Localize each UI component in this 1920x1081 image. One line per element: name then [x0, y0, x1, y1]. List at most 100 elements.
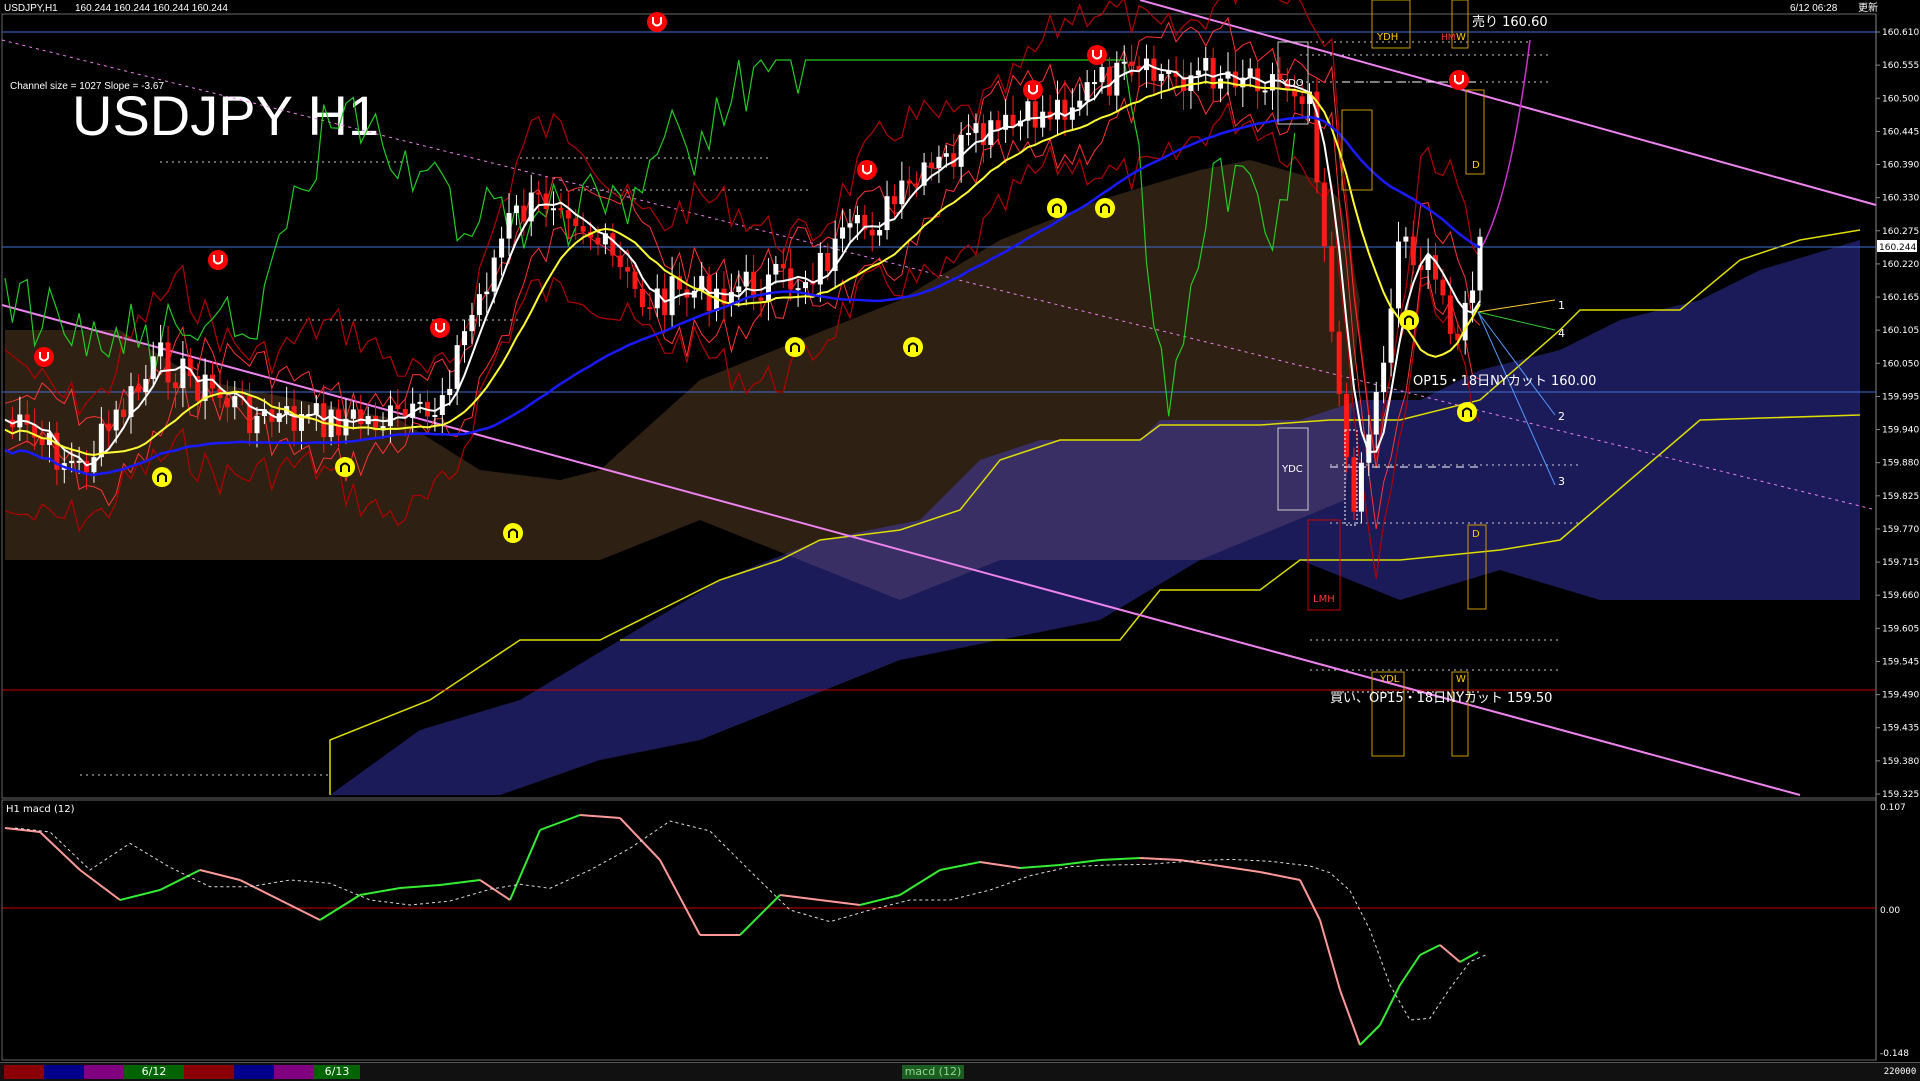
price-tick-label: 159.435: [1882, 724, 1919, 734]
candle-body: [224, 397, 230, 408]
period-segment: [274, 1065, 314, 1079]
candle-body: [462, 331, 468, 346]
candle-body: [580, 226, 586, 232]
candle-body: [1121, 61, 1127, 64]
datetime-label: 6/12 06:28: [1790, 3, 1838, 14]
price-tick-label: 159.660: [1882, 591, 1919, 601]
signal-down-icon: [1087, 45, 1107, 65]
candle-body: [350, 409, 356, 419]
price-tick-label: 159.490: [1882, 691, 1919, 701]
candle-body: [1129, 61, 1135, 66]
price-tick-label: 159.995: [1882, 392, 1919, 402]
candle-body: [1292, 90, 1298, 97]
current-price-value: 160.244: [1879, 243, 1916, 253]
macd-axis-bottom: -0.148: [1880, 1049, 1909, 1059]
candle-body: [1395, 241, 1401, 309]
candle-body: [1477, 236, 1483, 291]
buy-label: 買い、OP15・18日NYカット 159.50: [1330, 691, 1552, 706]
macd-title: H1 macd (12): [6, 804, 75, 815]
symbol-title: USDJPY,H1: [4, 3, 58, 14]
candle-body: [1358, 462, 1364, 512]
price-tick-label: 159.880: [1882, 459, 1919, 469]
candle-body: [76, 460, 82, 463]
candle-body: [536, 192, 542, 195]
candle-body: [773, 263, 779, 275]
candle-body: [513, 205, 519, 214]
candle-body: [172, 382, 178, 389]
candle-body: [1158, 73, 1164, 81]
candle-body: [825, 252, 831, 272]
candle-body: [1010, 114, 1016, 127]
price-tick-label: 159.545: [1882, 657, 1919, 667]
ydl-label: YDL: [1379, 674, 1400, 685]
candle-body: [795, 288, 801, 291]
candle-body: [98, 423, 104, 458]
candle-body: [573, 218, 579, 227]
signal-up-icon: [1457, 402, 1477, 422]
candle-body: [506, 213, 512, 239]
candle-body: [625, 267, 631, 272]
candle-body: [491, 257, 497, 292]
candle-body: [1299, 96, 1305, 104]
candle-body: [417, 401, 423, 404]
candle-body: [1195, 70, 1201, 76]
candle-body: [869, 229, 875, 236]
price-tick-label: 159.715: [1882, 558, 1919, 568]
status-bar: 6/12 6/13 macd (12) 220000: [0, 1062, 1920, 1081]
signal-up-icon: [785, 337, 805, 357]
signal-up-icon: [335, 457, 355, 477]
candle-body: [476, 294, 482, 315]
candle-body: [313, 403, 319, 415]
price-tick-label: 159.825: [1882, 492, 1919, 502]
price-tick-label: 160.165: [1882, 293, 1919, 303]
candle-body: [639, 288, 645, 308]
price-tick-label: 159.770: [1882, 525, 1919, 535]
candle-body: [736, 286, 742, 293]
price-tick-label: 160.330: [1882, 194, 1919, 204]
candle-body: [1388, 308, 1394, 363]
candle-body: [1262, 90, 1268, 93]
candle-body: [1351, 457, 1357, 512]
signal-down-icon: [647, 12, 667, 32]
signal-down-icon: [34, 347, 54, 367]
candle-body: [1040, 111, 1046, 128]
candle-body: [958, 134, 964, 167]
candle-body: [387, 405, 393, 427]
signal-down-icon: [1449, 70, 1469, 90]
macd-tab[interactable]: macd (12): [902, 1065, 964, 1079]
period-segment: [44, 1065, 84, 1079]
candle-body: [1106, 67, 1112, 96]
candle-body: [891, 196, 897, 205]
candle-body: [743, 271, 749, 287]
candle-body: [1447, 295, 1453, 334]
date-label-1: 6/12: [124, 1065, 184, 1079]
candle-body: [291, 406, 297, 431]
candle-body: [432, 414, 438, 417]
candle-body: [395, 405, 401, 409]
candle-body: [158, 342, 164, 357]
price-tick-label: 160.445: [1882, 127, 1919, 137]
candle-body: [751, 271, 757, 298]
candle-body: [632, 271, 638, 289]
candle-body: [647, 307, 653, 310]
signal-down-icon: [208, 250, 228, 270]
date-label-2: 6/13: [314, 1065, 360, 1079]
candle-body: [558, 208, 564, 211]
w-top-label: W: [1456, 32, 1466, 43]
candle-body: [906, 180, 912, 184]
candle-body: [617, 255, 623, 268]
period-segment: [184, 1065, 234, 1079]
candle-body: [884, 196, 890, 231]
projection-2: 2: [1558, 410, 1565, 423]
candle-body: [521, 205, 527, 222]
candle-body: [966, 132, 972, 135]
signal-up-icon: [1095, 198, 1115, 218]
price-tick-label: 160.105: [1882, 326, 1919, 336]
candle-body: [1470, 290, 1476, 303]
candle-body: [69, 460, 75, 464]
signal-up-icon: [1047, 198, 1067, 218]
signal-down-icon: [430, 318, 450, 338]
chart-window[interactable]: USDJPY,H1 160.244 160.244 160.244 160.24…: [0, 0, 1920, 1080]
candle-body: [1218, 78, 1224, 89]
candle-body: [899, 180, 905, 205]
